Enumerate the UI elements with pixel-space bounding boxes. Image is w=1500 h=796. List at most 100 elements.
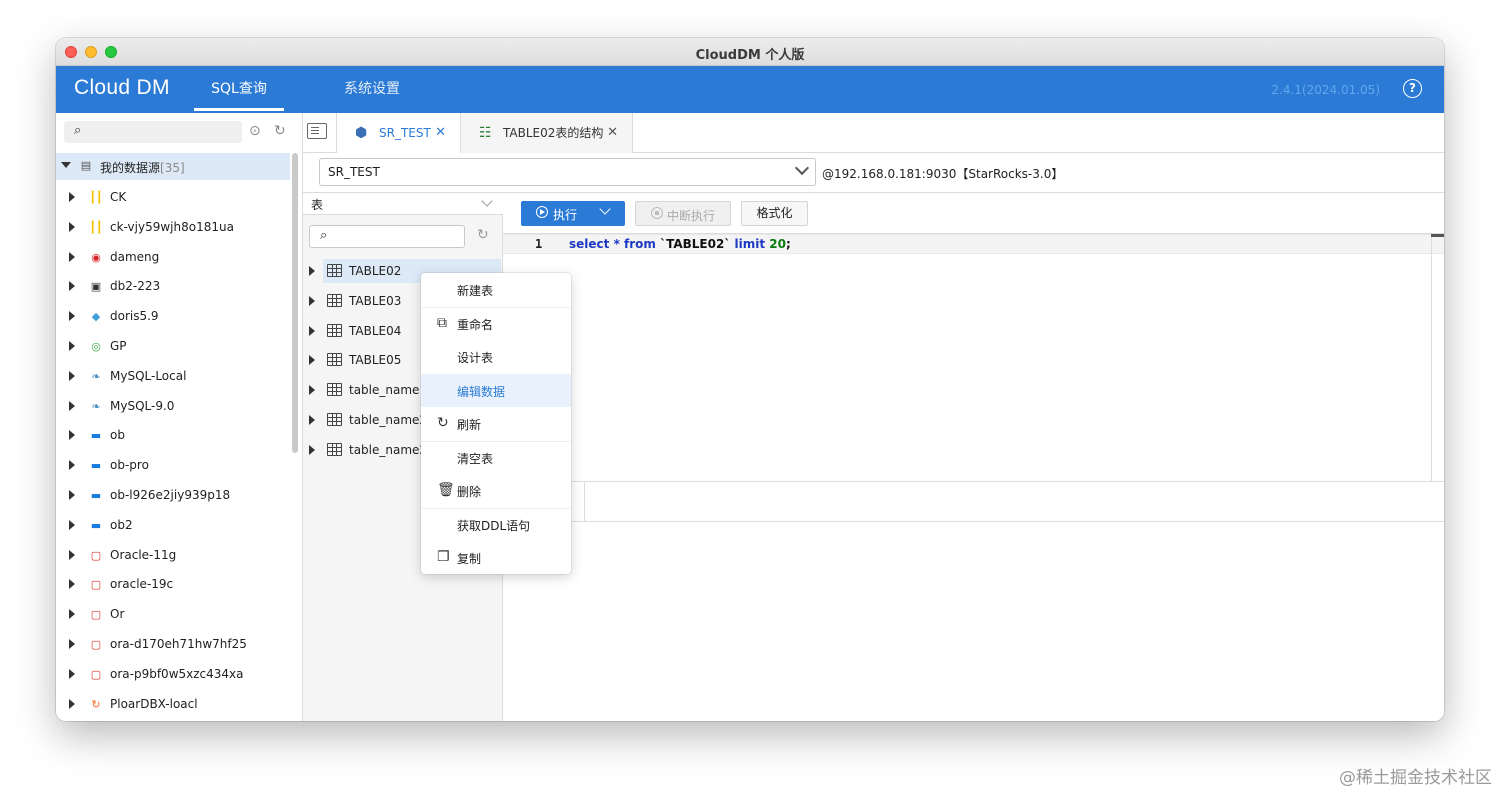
chevron-right-icon[interactable] — [309, 295, 315, 306]
tree-item[interactable]: ▬ ob-pro — [56, 451, 290, 481]
chevron-right-icon[interactable] — [309, 444, 315, 455]
code-line[interactable]: 1 select * from `TABLE02` limit 20; — [503, 234, 1444, 254]
code-editor[interactable]: 1 select * from `TABLE02` limit 20; — [503, 233, 1444, 481]
chevron-right-icon[interactable] — [69, 698, 75, 709]
sidebar-toggle-icon[interactable] — [307, 123, 327, 139]
table-icon — [327, 353, 342, 367]
chevron-right-icon[interactable] — [69, 251, 75, 262]
tree-item[interactable]: ▢ Oracle-11g — [56, 541, 290, 571]
chevron-right-icon[interactable] — [309, 415, 315, 425]
chevron-right-icon[interactable] — [69, 668, 75, 679]
tree-item[interactable]: ▢ oracle-19c — [56, 570, 290, 600]
tree-item[interactable]: ┃┃ CK — [56, 183, 290, 213]
tree-item[interactable]: ▬ ob — [56, 421, 290, 451]
tree-item[interactable]: ◎ GP — [56, 332, 290, 362]
context-menu-item[interactable]: 清空表 — [421, 441, 571, 474]
context-menu-item[interactable]: 新建表 — [421, 273, 571, 306]
tree-item[interactable]: ▬ ob-l926e2jiy939p18 — [56, 481, 290, 511]
chevron-right-icon[interactable] — [69, 430, 75, 441]
chevron-right-icon[interactable] — [309, 266, 315, 276]
nav-tab-sql-query[interactable]: SQL查询 — [194, 66, 284, 113]
tree-item[interactable]: ◆ doris5.9 — [56, 302, 290, 332]
context-menu-label: 复制 — [457, 552, 482, 566]
chevron-right-icon[interactable] — [309, 355, 315, 366]
connection-info: @192.168.0.181:9030【StarRocks-3.0】 — [822, 167, 1064, 181]
tree-item[interactable]: ❧ MySQL-9.0 — [56, 392, 290, 422]
tree-item[interactable]: ↻ PloarDBX-loacl — [56, 690, 290, 720]
oracle-icon: ▢ — [90, 638, 102, 651]
db2-icon: ▣ — [90, 280, 102, 294]
help-icon[interactable]: ? — [1403, 79, 1422, 98]
close-icon[interactable]: ✕ — [607, 113, 618, 153]
oracle-icon: ▢ — [90, 667, 102, 681]
table-label: TABLE03 — [349, 293, 402, 308]
chevron-right-icon[interactable] — [69, 281, 75, 292]
result-header — [585, 482, 1444, 522]
app-logo: Cloud DM — [74, 76, 170, 99]
object-type-select[interactable]: 表 — [303, 193, 503, 215]
context-menu-item[interactable]: 🗑 删除 — [421, 474, 571, 507]
chevron-right-icon[interactable] — [309, 325, 315, 336]
nav-tab-system-settings[interactable]: 系统设置 — [344, 66, 400, 113]
tree-item[interactable]: ▬ ob2 — [56, 511, 290, 541]
table-label: TABLE02 — [349, 264, 402, 278]
chevron-down-icon[interactable] — [599, 203, 611, 215]
chevron-right-icon[interactable] — [69, 639, 75, 649]
title-bar[interactable]: CloudDM 个人版 — [56, 38, 1444, 66]
refresh-icon[interactable]: ↻ — [274, 123, 286, 139]
table-search-input[interactable]: ⌕ — [309, 225, 465, 248]
oracle-icon: ▢ — [90, 608, 102, 622]
chevron-right-icon[interactable] — [69, 370, 75, 381]
tab-sr-test[interactable]: ⬢ SR_TEST ✕ — [336, 113, 461, 153]
chevron-right-icon[interactable] — [69, 490, 75, 500]
tree-item[interactable]: ▢ Or — [56, 600, 290, 630]
tree-root-label: 我的数据源 — [100, 161, 161, 175]
tree-item[interactable]: ◉ dameng — [56, 243, 290, 273]
tab-table02-structure[interactable]: ☷ TABLE02表的结构 ✕ — [461, 113, 633, 153]
line-number: 1 — [535, 237, 543, 251]
tree-item-label: CK — [110, 190, 127, 204]
chevron-right-icon[interactable] — [69, 221, 75, 232]
play-icon — [536, 206, 548, 218]
chevron-right-icon[interactable] — [69, 311, 75, 322]
context-menu-item[interactable]: 编辑数据 — [421, 373, 571, 407]
chevron-right-icon[interactable] — [69, 192, 75, 202]
run-button[interactable]: 执行 — [521, 201, 625, 226]
tree-item[interactable]: ┃┃ ck-vjy59wjh8o181ua — [56, 213, 290, 243]
context-menu-item[interactable]: ↻ 刷新 — [421, 407, 571, 440]
chevron-right-icon[interactable] — [69, 341, 75, 351]
close-icon[interactable]: ✕ — [435, 113, 446, 153]
code-text[interactable]: select * from `TABLE02` limit 20; — [569, 237, 791, 251]
table-label: table_name — [349, 383, 420, 398]
chevron-right-icon[interactable] — [69, 549, 75, 560]
code-token: * — [609, 237, 625, 251]
greenplum-icon: ◎ — [91, 340, 101, 353]
clickhouse-icon: ┃┃ — [89, 191, 103, 204]
datasource-select[interactable]: SR_TEST — [319, 158, 816, 186]
tree-item[interactable]: ❧ MySQL-Local — [56, 362, 290, 392]
locate-icon[interactable]: ⊙ — [249, 123, 261, 139]
chevron-right-icon[interactable] — [309, 385, 315, 396]
context-menu-item[interactable]: 获取DDL语句 — [421, 508, 571, 541]
stop-button[interactable]: 中断执行 — [635, 201, 731, 226]
tree-item[interactable]: ▢ ora-d170eh71hw7hf25 — [56, 630, 290, 660]
context-menu-item[interactable]: 设计表 — [421, 340, 571, 373]
datasource-search-input[interactable]: ⌕ — [64, 121, 242, 143]
editor-scrollbar[interactable] — [1431, 234, 1432, 481]
chevron-right-icon[interactable] — [69, 400, 75, 411]
context-menu-item[interactable]: ⧉ 重命名 — [421, 307, 571, 340]
refresh-icon[interactable]: ↻ — [477, 227, 489, 243]
context-menu-item[interactable]: ❐ 复制 — [421, 541, 571, 574]
context-menu-label: 删除 — [457, 485, 482, 499]
chevron-right-icon[interactable] — [69, 609, 75, 620]
chevron-right-icon[interactable] — [69, 460, 75, 471]
tree-item[interactable]: ▢ ora-p9bf0w5xzc434xa — [56, 660, 290, 690]
chevron-right-icon[interactable] — [69, 519, 75, 530]
tree-root-my-datasources[interactable]: ▤ 我的数据源[35] — [56, 153, 290, 180]
chevron-down-icon[interactable] — [61, 162, 71, 168]
left-scrollbar[interactable] — [292, 153, 298, 453]
tree-item[interactable]: ▣ db2-223 — [56, 272, 290, 302]
chevron-right-icon[interactable] — [69, 579, 75, 590]
format-button[interactable]: 格式化 — [741, 201, 808, 226]
editor-scrollbar-thumb[interactable] — [1431, 234, 1444, 237]
